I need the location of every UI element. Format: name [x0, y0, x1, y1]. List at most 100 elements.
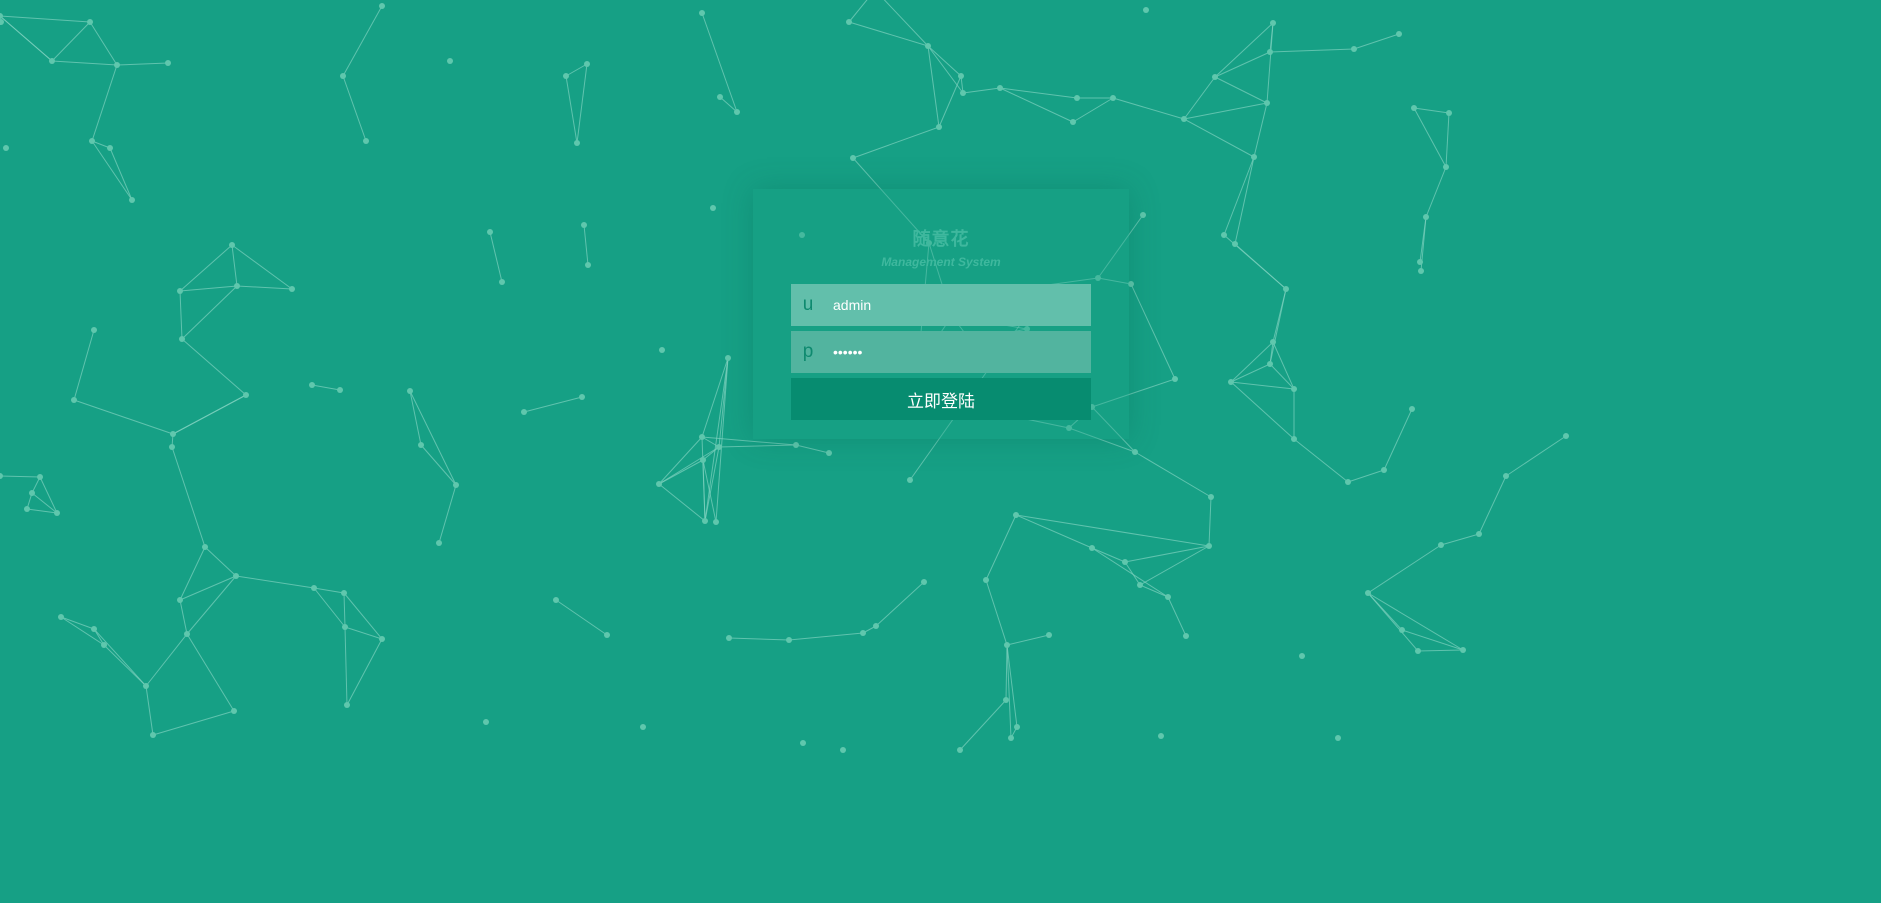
network-line [1440, 533, 1480, 546]
network-node [1212, 74, 1218, 80]
login-panel: 随意花 Management System u p 立即登陆 [753, 189, 1129, 439]
username-field[interactable]: u [791, 283, 1091, 327]
network-line [1478, 475, 1507, 535]
network-line [1124, 561, 1141, 586]
network-line [179, 290, 183, 340]
network-node [553, 597, 559, 603]
network-line [145, 633, 188, 687]
network-line [1367, 592, 1419, 652]
network-node [1122, 559, 1128, 565]
network-node [1438, 542, 1444, 548]
network-line [91, 64, 118, 142]
network-node [0, 473, 3, 479]
network-node [1132, 449, 1138, 455]
network-line [565, 75, 578, 144]
network-node [793, 442, 799, 448]
network-node [453, 482, 459, 488]
network-node [1270, 339, 1276, 345]
network-node [1365, 590, 1371, 596]
network-line [1401, 629, 1464, 651]
network-node [574, 140, 580, 146]
network-line [1445, 112, 1450, 168]
password-input[interactable] [825, 330, 1091, 374]
network-node [1140, 212, 1146, 218]
network-line [565, 63, 588, 77]
network-node [91, 327, 97, 333]
network-node [700, 457, 706, 463]
network-line [420, 444, 457, 486]
network-node [826, 450, 832, 456]
network-node [1415, 648, 1421, 654]
network-node [184, 631, 190, 637]
network-line [1353, 33, 1400, 50]
network-line [1214, 22, 1274, 78]
network-node [1181, 116, 1187, 122]
network-node [379, 3, 385, 9]
network-node [1443, 164, 1449, 170]
network-node [309, 382, 315, 388]
network-line [60, 616, 105, 646]
network-node [960, 90, 966, 96]
network-node [563, 73, 569, 79]
network-line [985, 514, 1017, 581]
network-line [1214, 51, 1271, 78]
network-node [786, 637, 792, 643]
network-line [1234, 156, 1255, 245]
network-line [704, 357, 729, 522]
network-line [73, 329, 95, 401]
network-node [717, 94, 723, 100]
network-line [1015, 514, 1093, 549]
network-line [1505, 435, 1567, 477]
network-line [409, 390, 457, 486]
network-node [87, 19, 93, 25]
network-line [171, 446, 206, 548]
network-line [1347, 469, 1385, 483]
network-node [1232, 241, 1238, 247]
network-node [1283, 286, 1289, 292]
network-line [1223, 156, 1255, 236]
network-node [936, 124, 942, 130]
network-node [1165, 594, 1171, 600]
user-icon: u [802, 294, 814, 315]
network-line [1183, 102, 1268, 120]
network-node [1172, 376, 1178, 382]
network-line [342, 5, 383, 77]
network-line [875, 581, 925, 627]
network-line [658, 436, 703, 485]
network-node [1228, 379, 1234, 385]
network-line [172, 394, 247, 435]
network-node [487, 229, 493, 235]
username-input[interactable] [825, 283, 1091, 327]
password-field[interactable]: p [791, 330, 1091, 374]
network-node [702, 518, 708, 524]
network-node [1381, 467, 1387, 473]
network-line [848, 0, 868, 23]
network-node [1411, 105, 1417, 111]
network-node [233, 573, 239, 579]
network-node [289, 286, 295, 292]
network-node [958, 73, 964, 79]
network-line [795, 444, 830, 454]
network-node [716, 444, 722, 450]
network-line [1005, 644, 1008, 701]
network-node [1183, 633, 1189, 639]
network-line [938, 75, 962, 128]
network-line [1139, 545, 1210, 586]
network-line [883, 0, 929, 47]
network-line [715, 357, 729, 523]
network-node [1418, 268, 1424, 274]
login-button[interactable]: 立即登陆 [791, 378, 1091, 420]
network-line [179, 599, 188, 635]
network-line [0, 475, 41, 478]
network-line [1293, 438, 1349, 483]
network-node [311, 585, 317, 591]
network-node [54, 510, 60, 516]
network-node [231, 708, 237, 714]
network-line [179, 244, 233, 292]
network-line [1072, 97, 1114, 123]
network-node [37, 474, 43, 480]
network-node [49, 58, 55, 64]
network-line [1183, 118, 1255, 158]
network-node [341, 590, 347, 596]
network-line [181, 338, 247, 396]
